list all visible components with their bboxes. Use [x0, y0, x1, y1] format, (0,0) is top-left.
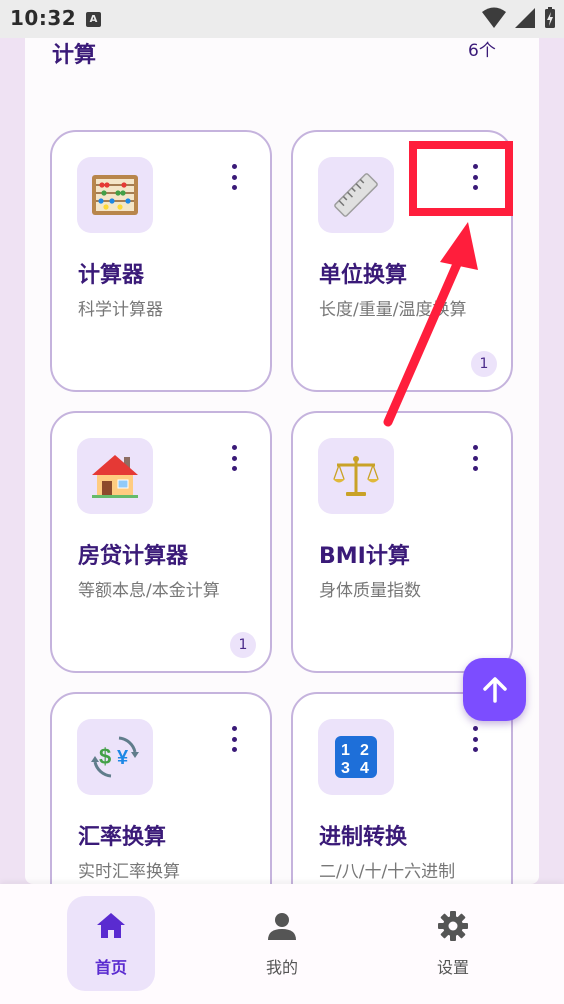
battery-charging-icon: [545, 7, 555, 28]
status-bar: 10:32 A: [0, 0, 564, 38]
nav-settings[interactable]: 设置: [409, 896, 497, 991]
annotation-highlight-box: [409, 141, 513, 216]
card-description: 等额本息/本金计算: [78, 581, 220, 601]
status-icons: [482, 7, 556, 29]
signal-icon: [515, 8, 535, 28]
svg-text:¥: ¥: [117, 747, 129, 769]
usage-count-badge: 1: [230, 632, 256, 658]
card-description: 二/八/十/十六进制: [319, 862, 456, 882]
nav-home[interactable]: 首页: [67, 896, 155, 991]
section-count: 6个: [468, 41, 496, 61]
currency-exchange-icon: $ ¥: [77, 719, 153, 795]
tool-card-bmi[interactable]: BMI计算 身体质量指数: [291, 411, 513, 673]
card-title: 进制转换: [319, 825, 408, 850]
card-description: 身体质量指数: [319, 581, 421, 601]
card-more-menu-button[interactable]: [228, 445, 240, 471]
nav-mine-label: 我的: [265, 958, 298, 977]
card-title: 房贷计算器: [78, 544, 189, 569]
svg-text:$: $: [99, 744, 111, 769]
card-more-menu-button[interactable]: [228, 726, 240, 752]
section-title: 计算: [52, 43, 97, 68]
card-more-menu-button[interactable]: [469, 726, 481, 752]
card-title: 汇率换算: [78, 825, 167, 850]
nav-home-label: 首页: [94, 958, 127, 977]
card-more-menu-button[interactable]: [228, 164, 240, 190]
notification-icon: A: [86, 12, 101, 27]
balance-scale-icon: [318, 438, 394, 514]
wifi-icon: [482, 7, 506, 28]
tool-card-mortgage-calculator[interactable]: 房贷计算器 等额本息/本金计算 1: [50, 411, 272, 673]
card-title: BMI计算: [319, 544, 410, 569]
ruler-icon: [318, 157, 394, 233]
card-title: 计算器: [78, 263, 145, 288]
person-icon: [268, 913, 296, 940]
scroll-to-top-button[interactable]: [463, 658, 526, 721]
svg-text:4: 4: [360, 760, 369, 777]
tool-card-calculator[interactable]: 计算器 科学计算器: [50, 130, 272, 392]
home-icon: [97, 913, 125, 938]
card-description: 科学计算器: [78, 300, 163, 320]
numbers-1234-icon: 1 2 3 4: [318, 719, 394, 795]
gear-icon: [438, 911, 468, 941]
arrow-up-icon: [482, 676, 507, 703]
card-title: 单位换算: [319, 263, 408, 288]
nav-mine[interactable]: 我的: [238, 896, 326, 991]
house-icon: [77, 438, 153, 514]
svg-text:1: 1: [341, 742, 350, 759]
card-description: 实时汇率换算: [78, 862, 180, 882]
bottom-navigation: 首页 我的 设置: [0, 884, 564, 1004]
nav-settings-label: 设置: [436, 958, 469, 977]
card-description: 长度/重量/温度换算: [319, 300, 467, 320]
svg-text:3: 3: [341, 760, 350, 777]
status-time: 10:32: [10, 6, 77, 30]
usage-count-badge: 1: [471, 351, 497, 377]
svg-text:2: 2: [360, 742, 369, 759]
abacus-icon: [77, 157, 153, 233]
card-more-menu-button[interactable]: [469, 445, 481, 471]
